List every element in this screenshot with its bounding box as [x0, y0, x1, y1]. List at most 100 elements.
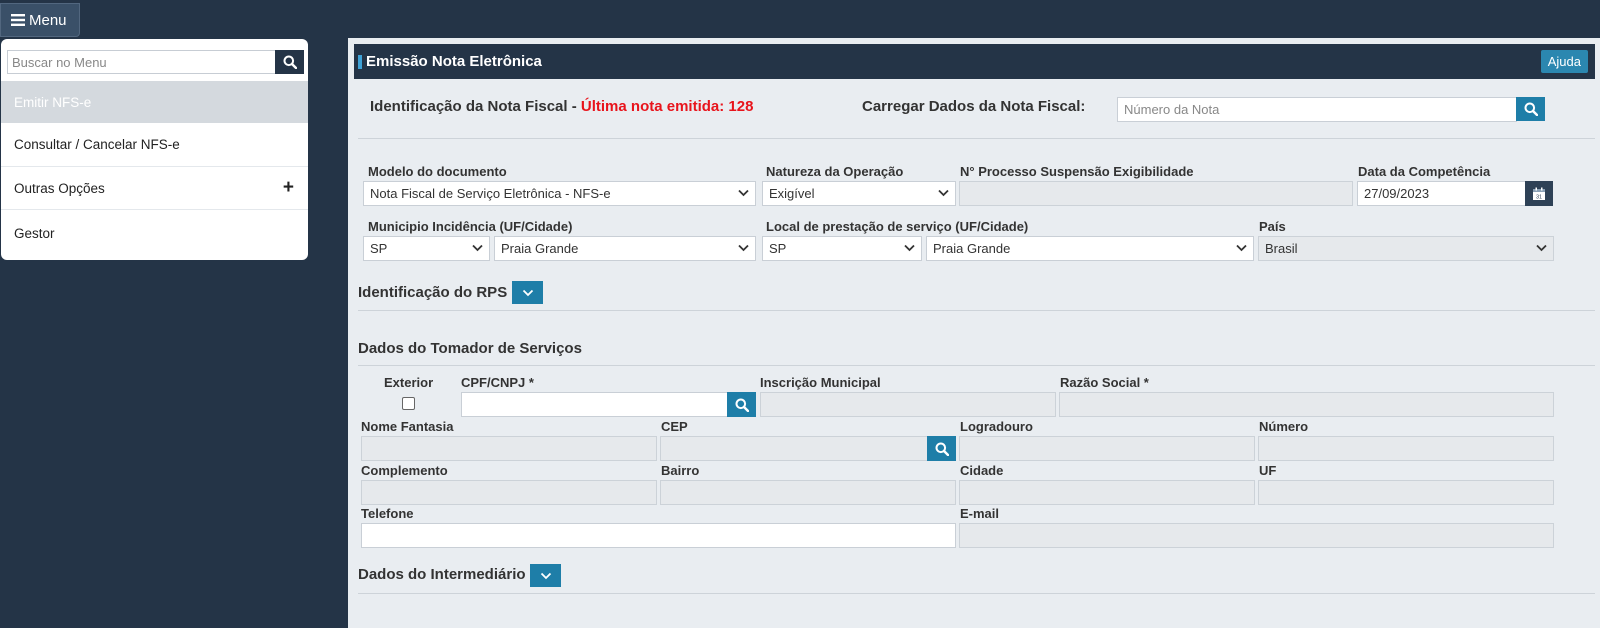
cep-input[interactable]: [660, 436, 928, 461]
chevron-down-icon: [738, 244, 749, 252]
calendar-button[interactable]: 31: [1525, 181, 1553, 206]
bairro-input[interactable]: [660, 480, 956, 505]
identification-heading: Identificação da Nota Fiscal - Última no…: [370, 98, 753, 115]
local-uf-select[interactable]: SP: [762, 236, 922, 261]
sidebar-item-consultar[interactable]: Consultar / Cancelar NFS-e: [1, 123, 308, 167]
divider: [358, 593, 1595, 594]
calendar-icon: 31: [1532, 187, 1546, 201]
intermediario-section-title: Dados do Intermediário: [358, 566, 526, 583]
competencia-label: Data da Competência: [1358, 164, 1491, 179]
natureza-label: Natureza da Operação: [766, 164, 904, 179]
cidade-input[interactable]: [959, 480, 1255, 505]
sidebar-item-outras-opcoes[interactable]: Outras Opções +: [1, 167, 308, 210]
svg-text:31: 31: [1536, 194, 1542, 200]
modelo-select[interactable]: Nota Fiscal de Serviço Eletrônica - NFS-…: [363, 181, 756, 206]
sidebar-item-label: Consultar / Cancelar NFS-e: [14, 137, 180, 152]
competencia-input[interactable]: 27/09/2023: [1357, 181, 1526, 206]
chevron-down-icon: [738, 189, 749, 197]
chevron-down-icon: [904, 244, 915, 252]
search-icon: [935, 442, 949, 456]
load-note-label: Carregar Dados da Nota Fiscal:: [862, 98, 1086, 115]
note-number-input[interactable]: Número da Nota: [1117, 97, 1517, 122]
natureza-value: Exigível: [769, 186, 815, 201]
main-panel: Emissão Nota Eletrônica Ajuda Identifica…: [348, 38, 1600, 628]
rps-section-title: Identificação do RPS: [358, 284, 508, 301]
exterior-checkbox[interactable]: [402, 397, 415, 410]
cep-search-button[interactable]: [927, 436, 956, 461]
bairro-label: Bairro: [661, 463, 700, 478]
natureza-select[interactable]: Exigível: [762, 181, 956, 206]
rps-toggle-button[interactable]: [512, 281, 543, 304]
complemento-input[interactable]: [361, 480, 657, 505]
razao-label: Razão Social *: [1060, 375, 1149, 390]
email-input[interactable]: [959, 523, 1554, 548]
nome-fantasia-input[interactable]: [361, 436, 657, 461]
help-button[interactable]: Ajuda: [1540, 50, 1588, 73]
intermediario-toggle-button[interactable]: [530, 564, 561, 587]
cpf-search-button[interactable]: [727, 392, 756, 417]
local-label: Local de prestação de serviço (UF/Cidade…: [766, 219, 1029, 234]
telefone-input[interactable]: [361, 523, 956, 548]
hamburger-icon: [11, 14, 25, 26]
local-uf-value: SP: [769, 241, 787, 256]
search-icon: [735, 398, 749, 412]
page-title: Emissão Nota Eletrônica: [366, 53, 542, 70]
chevron-down-icon: [540, 572, 552, 580]
local-cidade-select[interactable]: Praia Grande: [926, 236, 1254, 261]
cpf-label: CPF/CNPJ *: [461, 375, 534, 390]
modelo-label: Modelo do documento: [368, 164, 507, 179]
menu-button[interactable]: Menu: [0, 3, 80, 37]
email-label: E-mail: [960, 506, 1000, 521]
sidebar-item-label: Outras Opções: [14, 180, 105, 196]
divider: [358, 310, 1595, 311]
processo-input[interactable]: [959, 181, 1353, 206]
plus-icon[interactable]: +: [283, 177, 294, 199]
note-search-button[interactable]: [1516, 97, 1545, 121]
cep-label: CEP: [661, 419, 688, 434]
local-cidade-value: Praia Grande: [933, 241, 1011, 256]
cpf-input[interactable]: [461, 392, 728, 417]
chevron-down-icon: [1236, 244, 1247, 252]
title-accent: [358, 54, 362, 69]
incidencia-cidade-value: Praia Grande: [501, 241, 579, 256]
cidade-label: Cidade: [960, 463, 1004, 478]
inscricao-input[interactable]: [760, 392, 1056, 417]
chevron-down-icon: [472, 244, 483, 252]
identification-prefix: Identificação da Nota Fiscal -: [370, 98, 581, 115]
pais-label: País: [1259, 219, 1286, 234]
numero-input[interactable]: [1258, 436, 1554, 461]
divider: [358, 365, 1595, 366]
sidebar: Emitir NFS-e Consultar / Cancelar NFS-e …: [1, 39, 308, 260]
logradouro-input[interactable]: [959, 436, 1255, 461]
sidebar-item-gestor[interactable]: Gestor: [1, 210, 308, 256]
search-icon: [1524, 102, 1538, 116]
modelo-value: Nota Fiscal de Serviço Eletrônica - NFS-…: [370, 186, 611, 201]
sidebar-search-input[interactable]: [7, 50, 276, 74]
sidebar-search-button[interactable]: [275, 50, 304, 74]
sidebar-search: [7, 50, 304, 74]
tomador-section-title: Dados do Tomador de Serviços: [358, 340, 582, 357]
page-title-bar: Emissão Nota Eletrônica Ajuda: [354, 44, 1595, 79]
pais-value: Brasil: [1265, 241, 1298, 256]
divider: [358, 138, 1595, 139]
uf-input[interactable]: [1258, 480, 1554, 505]
complemento-label: Complemento: [361, 463, 448, 478]
chevron-down-icon: [522, 289, 534, 297]
razao-input[interactable]: [1059, 392, 1554, 417]
chevron-down-icon: [1536, 244, 1547, 252]
incidencia-uf-select[interactable]: SP: [363, 236, 490, 261]
incidencia-label: Municipio Incidência (UF/Cidade): [368, 219, 573, 234]
numero-label: Número: [1259, 419, 1309, 434]
logradouro-label: Logradouro: [960, 419, 1033, 434]
processo-label: N° Processo Suspensão Exigibilidade: [960, 164, 1194, 179]
telefone-label: Telefone: [361, 506, 414, 521]
nome-fantasia-label: Nome Fantasia: [361, 419, 454, 434]
incidencia-uf-value: SP: [370, 241, 388, 256]
sidebar-item-emitir[interactable]: Emitir NFS-e: [1, 81, 308, 123]
uf-label: UF: [1259, 463, 1277, 478]
pais-select[interactable]: Brasil: [1258, 236, 1554, 261]
last-note-emitted: Última nota emitida: 128: [580, 98, 754, 115]
incidencia-cidade-select[interactable]: Praia Grande: [494, 236, 756, 261]
chevron-down-icon: [938, 189, 949, 197]
menu-button-label: Menu: [29, 11, 67, 29]
